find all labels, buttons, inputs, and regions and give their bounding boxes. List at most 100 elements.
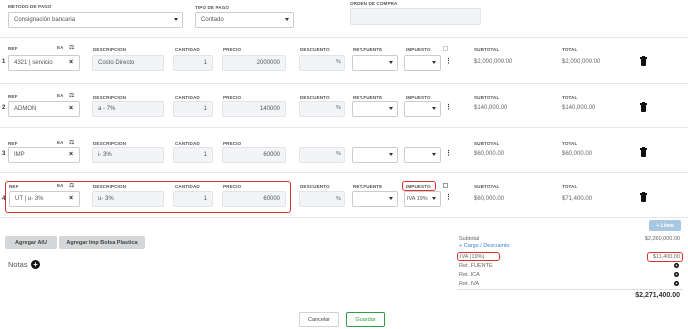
- precio-input[interactable]: 140000: [222, 101, 286, 117]
- cargo-descuento-link[interactable]: + Cargo / Descuento: [459, 243, 510, 249]
- scale-icon: ⚖: [69, 93, 75, 99]
- ret-fuente-select[interactable]: [352, 55, 398, 71]
- subtotal-value: $60,000.00: [474, 151, 505, 157]
- orden-compra-input[interactable]: [350, 8, 481, 25]
- total-header: TOTAL: [562, 95, 578, 100]
- cantidad-input[interactable]: 1: [173, 147, 213, 163]
- total-header: TOTAL: [562, 47, 578, 52]
- scale-icon: ⚖: [69, 140, 75, 146]
- ret-fuente-select[interactable]: [352, 191, 398, 207]
- total-value: $71,400.00: [562, 196, 593, 202]
- ret-fuente-header: RET.FUENTE: [353, 47, 383, 52]
- add-ret-ica-icon[interactable]: +: [674, 272, 679, 277]
- more-options-icon[interactable]: ⋮: [445, 193, 452, 201]
- subtotal-header: SUBTOTAL: [474, 95, 500, 100]
- chevron-down-icon: [432, 61, 436, 64]
- ea-header: EA: [57, 93, 64, 98]
- descripcion-value: i- 3%: [98, 152, 112, 158]
- row-number: 1: [2, 59, 6, 65]
- chevron-down-icon: [174, 18, 178, 21]
- subtotal-header: SUBTOTAL: [474, 184, 500, 189]
- descripcion-input[interactable]: Costo Directo: [92, 55, 164, 71]
- add-ret-fuente-icon[interactable]: +: [674, 263, 679, 268]
- metodo-pago-label: METODO DE PAGO: [8, 4, 52, 9]
- precio-input[interactable]: 60000: [222, 191, 286, 207]
- cancel-button[interactable]: Cancelar: [299, 312, 339, 327]
- precio-value: 140000: [259, 106, 280, 112]
- impuesto-select[interactable]: [404, 147, 441, 163]
- more-options-icon[interactable]: ⋮: [445, 57, 452, 65]
- save-button[interactable]: Guardar: [346, 312, 385, 327]
- ref-header: REF: [8, 141, 18, 146]
- tipo-pago-value: Contado: [201, 17, 224, 23]
- percent-label: %: [336, 105, 341, 111]
- trash-icon[interactable]: [640, 147, 647, 157]
- iva-value: $11,400.00: [652, 254, 680, 260]
- descripcion-value: u- 3%: [98, 196, 114, 202]
- precio-input[interactable]: 2000000: [222, 55, 286, 71]
- cantidad-value: 1: [203, 106, 207, 112]
- ret-fuente-select[interactable]: [352, 147, 398, 163]
- impuesto-value: IVA 19%: [407, 196, 428, 202]
- descripcion-value: Costo Directo: [98, 60, 135, 66]
- impuesto-select[interactable]: [404, 101, 441, 117]
- row-number: 2: [2, 105, 6, 111]
- descuento-header: DESCUENTO: [300, 184, 330, 189]
- close-icon[interactable]: ×: [69, 151, 73, 158]
- divider: [0, 83, 688, 84]
- divider: [0, 127, 688, 128]
- agregar-aiu-button[interactable]: Agregar AIU: [5, 236, 57, 249]
- descripcion-value: a - 7%: [98, 106, 116, 112]
- add-note-icon[interactable]: +: [31, 260, 40, 269]
- tipo-pago-select[interactable]: Contado: [195, 12, 294, 28]
- cantidad-value: 1: [203, 60, 207, 66]
- descripcion-input[interactable]: a - 7%: [92, 101, 164, 117]
- impuesto-select[interactable]: [404, 55, 441, 71]
- impuesto-select[interactable]: IVA 19%: [404, 191, 441, 207]
- trash-icon[interactable]: [640, 56, 647, 66]
- cantidad-header: CANTIDAD: [175, 141, 200, 146]
- ea-header: EA: [57, 45, 64, 50]
- close-icon[interactable]: ×: [69, 59, 73, 66]
- chevron-down-icon: [389, 107, 393, 110]
- ret-fuente-header: RET.FUENTE: [353, 184, 383, 189]
- precio-value: 60000: [263, 196, 280, 202]
- ref-header: REF: [8, 94, 18, 99]
- notas-label: Notas: [8, 260, 28, 269]
- ref-value: ADMON: [14, 106, 37, 112]
- descripcion-input[interactable]: u- 3%: [92, 191, 164, 207]
- subtotal-header: SUBTOTAL: [474, 47, 500, 52]
- precio-header: PRECIO: [223, 47, 242, 52]
- cantidad-input[interactable]: 1: [173, 55, 213, 71]
- ret-fuente-select[interactable]: [352, 101, 398, 117]
- precio-value: 60000: [263, 152, 280, 158]
- metodo-pago-select[interactable]: Consignación bancaria: [8, 12, 183, 28]
- close-icon[interactable]: ×: [69, 195, 73, 202]
- descripcion-input[interactable]: i- 3%: [92, 147, 164, 163]
- more-options-icon[interactable]: ⋮: [445, 149, 452, 157]
- close-icon[interactable]: ×: [69, 105, 73, 112]
- row-number: 4: [2, 196, 6, 202]
- cantidad-input[interactable]: 1: [173, 191, 213, 207]
- trash-icon[interactable]: [640, 192, 647, 202]
- impuesto-header: IMPUESTO: [406, 95, 431, 100]
- precio-header: PRECIO: [223, 184, 242, 189]
- cantidad-header: CANTIDAD: [175, 184, 200, 189]
- total-value: $60,000.00: [562, 151, 593, 157]
- ref-header: REF: [9, 184, 19, 189]
- agregar-bolsa-button[interactable]: Agregar Imp Bolsa Plastica: [59, 236, 145, 249]
- add-line-button[interactable]: + Línea: [649, 220, 681, 231]
- more-options-icon[interactable]: ⋮: [445, 103, 452, 111]
- cantidad-input[interactable]: 1: [173, 101, 213, 117]
- subtotal-value: $140,000.00: [474, 105, 508, 111]
- cantidad-header: CANTIDAD: [175, 47, 200, 52]
- checkbox[interactable]: [443, 183, 448, 188]
- ret-fuente-header: RET.FUENTE: [353, 95, 383, 100]
- cantidad-value: 1: [203, 196, 207, 202]
- add-ret-iva-icon[interactable]: +: [674, 281, 679, 286]
- grand-total-value: $2,271,400.00: [635, 292, 680, 299]
- trash-icon[interactable]: [640, 102, 647, 112]
- precio-input[interactable]: 60000: [222, 147, 286, 163]
- descripcion-header: DESCRIPCION: [93, 141, 127, 146]
- checkbox[interactable]: [443, 46, 448, 51]
